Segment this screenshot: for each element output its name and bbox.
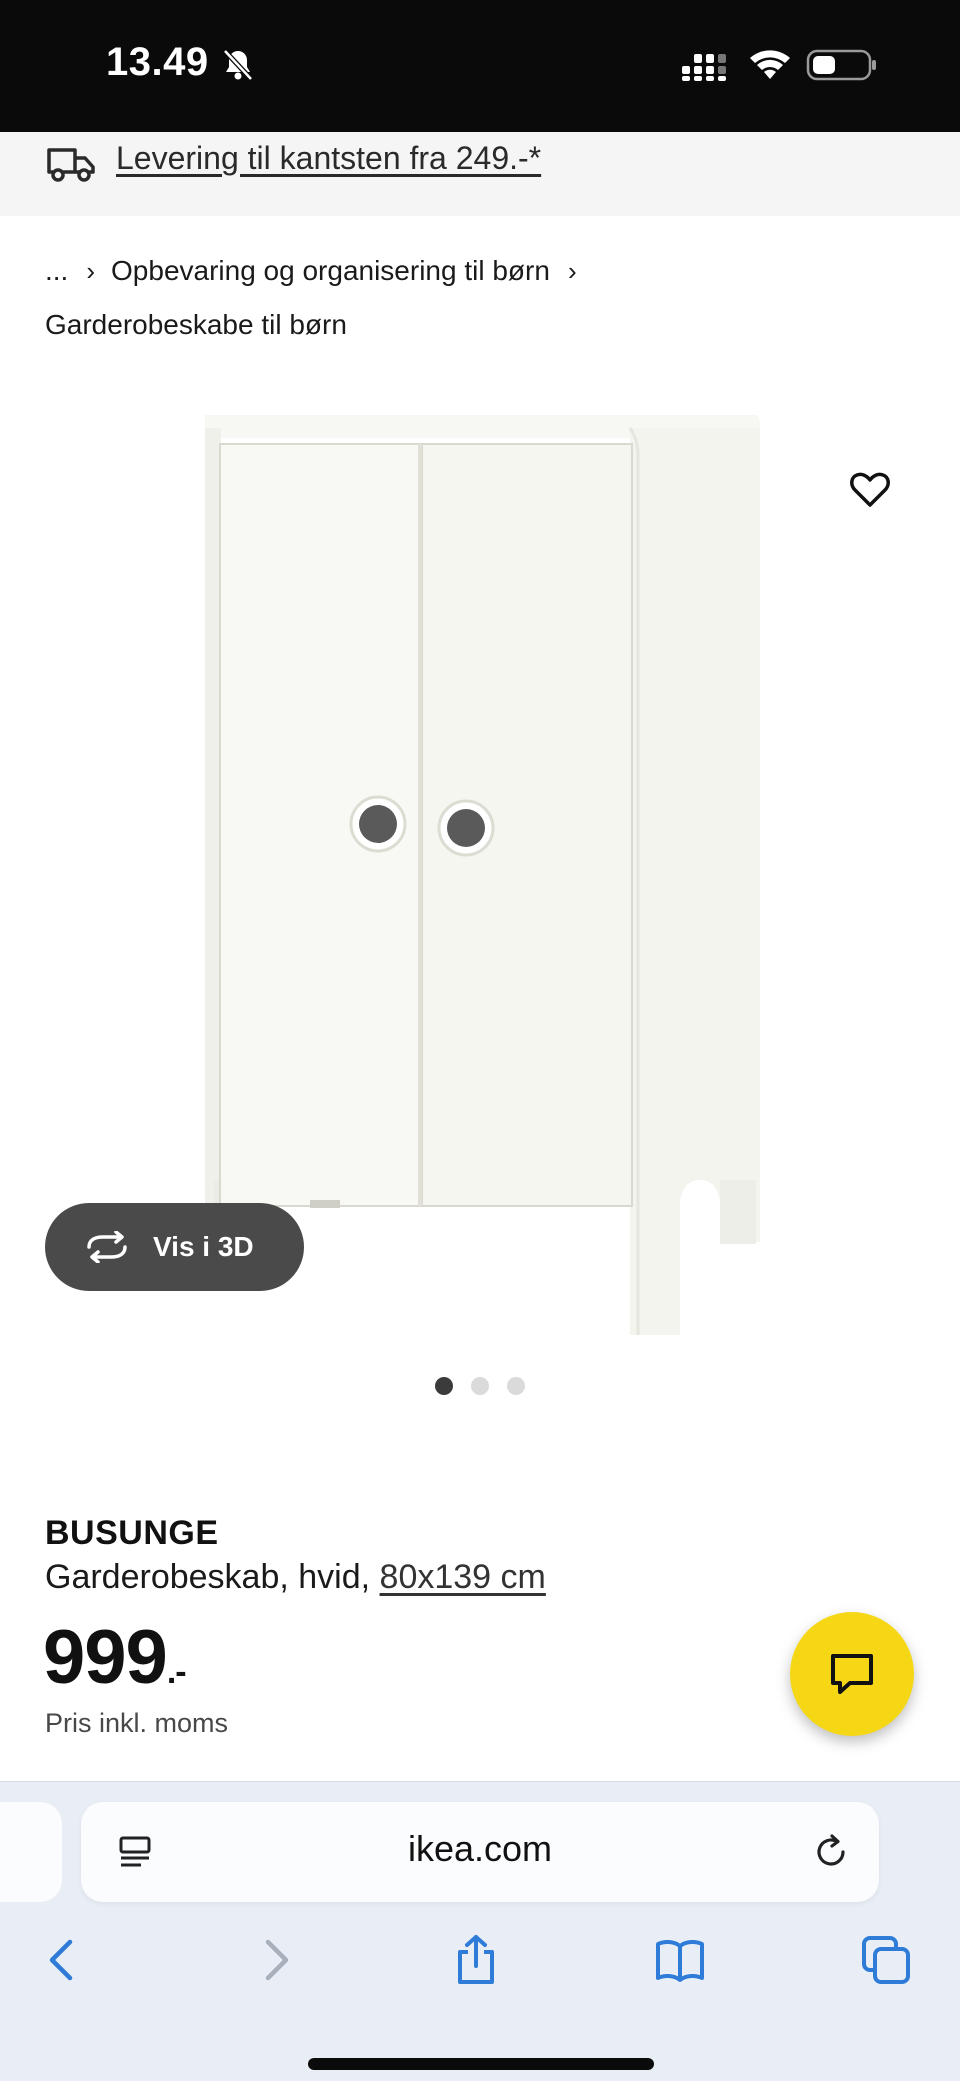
product-name: BUSUNGE [45,1514,219,1552]
chat-bubble-icon [831,1654,873,1694]
price-note: Pris inkl. moms [45,1708,229,1738]
battery-icon [806,49,876,81]
breadcrumb-item-wardrobes[interactable]: Garderobeskabe til børn [45,298,347,352]
delivery-link[interactable]: Levering til kantsten fra 249.-* [116,140,541,177]
status-time: 13.49 [106,40,209,84]
product-price: 999.- [43,1614,187,1701]
wifi-icon [750,50,790,79]
view-in-3d-button[interactable]: Vis i 3D [45,1203,304,1291]
book-icon [656,1939,704,1982]
chevron-right-icon: › [567,256,577,286]
price-value: 999 [43,1615,168,1700]
product-description: Garderobeskab, hvid, 80x139 cm [45,1558,546,1597]
bookmarks-button[interactable] [650,1930,710,1990]
url-text: ikea.com [407,1828,553,1869]
heart-icon [850,472,890,507]
status-bar: 13.49 [0,0,960,132]
chevron-left-icon [49,1939,73,1981]
tabs-icon [862,1936,910,1984]
product-type: Garderobeskab, hvid, [45,1558,371,1596]
truck-icon [47,148,95,182]
forward-button[interactable] [244,1930,304,1990]
chevron-right-icon: › [86,256,96,286]
carousel-dot-2[interactable] [471,1377,489,1395]
share-button[interactable] [446,1930,506,1990]
browser-toolbar: ikea.com [0,1781,960,2081]
breadcrumb-item-storage[interactable]: Opbevaring og organisering til børn [111,244,550,298]
rotate-3d-icon [87,1231,127,1263]
carousel-dot-1[interactable] [435,1377,453,1395]
product-size-link[interactable]: 80x139 cm [380,1558,546,1596]
cellular-signal-icon [682,54,726,81]
reload-icon[interactable] [811,1832,851,1872]
delivery-banner: Levering til kantsten fra 249.-* [0,132,960,216]
home-indicator[interactable] [308,2058,654,2070]
product-image[interactable] [200,400,780,1340]
back-button[interactable] [34,1930,94,1990]
share-icon [458,1935,494,1984]
price-suffix: .- [166,1653,187,1691]
view-in-3d-label: Vis i 3D [153,1231,254,1262]
carousel-indicator [435,1377,525,1395]
breadcrumb: ... › Opbevaring og organisering til bør… [45,244,925,352]
browser-nav-row [0,1930,960,2000]
favorite-button[interactable] [830,450,910,530]
chat-button[interactable] [790,1612,914,1736]
address-bar[interactable]: ikea.com [81,1802,879,1902]
bell-slash-icon [223,49,253,81]
breadcrumb-ellipsis[interactable]: ... [45,244,68,298]
carousel-dot-3[interactable] [507,1377,525,1395]
tabs-button[interactable] [856,1930,916,1990]
previous-tab-preview[interactable] [0,1802,62,1902]
chevron-right-icon [265,1939,289,1981]
